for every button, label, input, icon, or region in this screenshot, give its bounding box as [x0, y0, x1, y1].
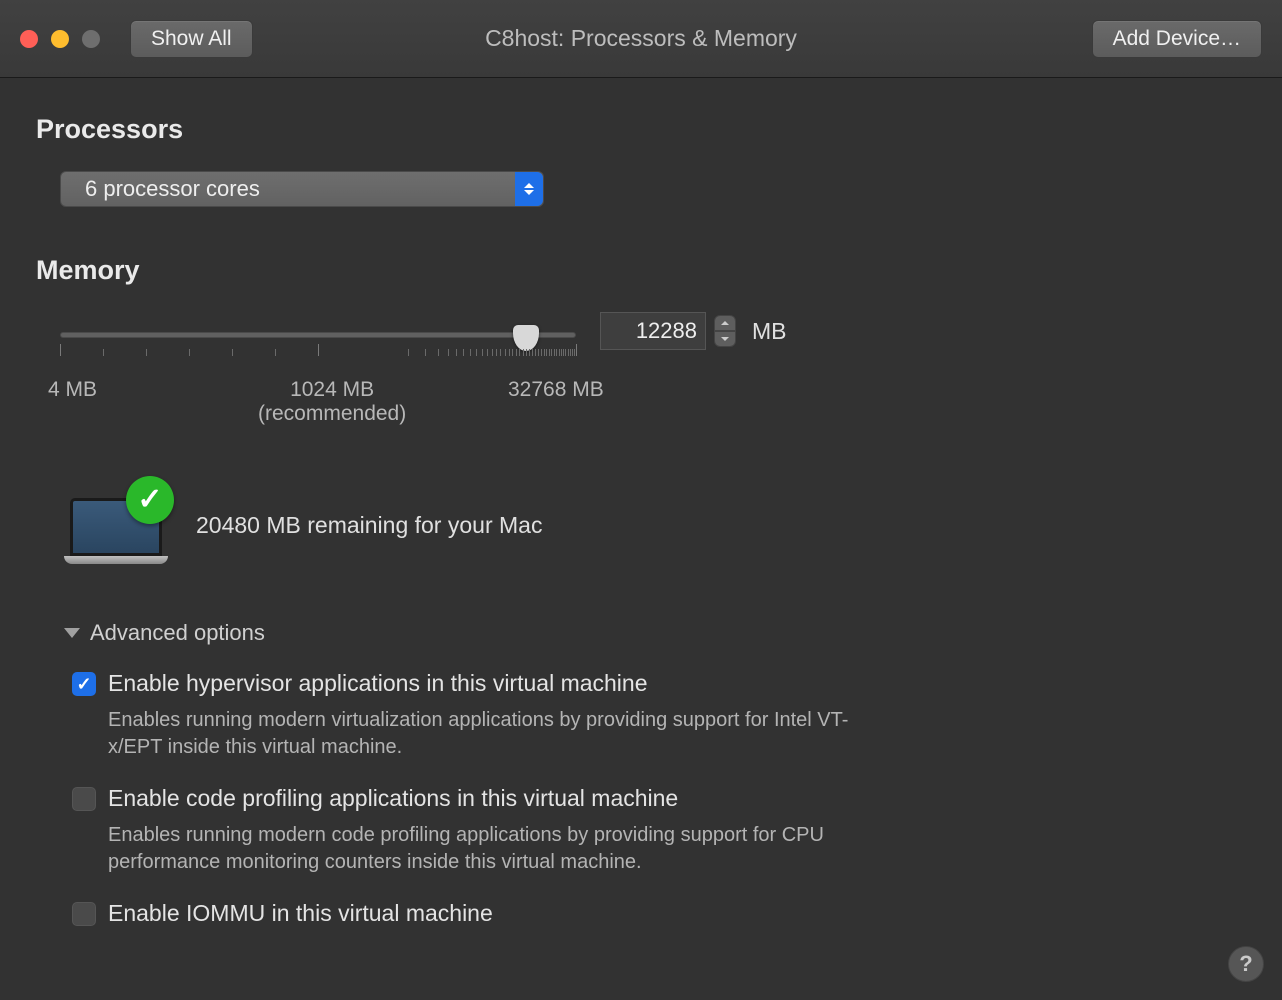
processor-cores-value: 6 processor cores	[61, 176, 260, 202]
minimize-window-button[interactable]	[51, 30, 69, 48]
titlebar: Show All C8host: Processors & Memory Add…	[0, 0, 1282, 78]
memory-recommended-label: 1024 MB	[258, 378, 406, 402]
checkmark-badge-icon: ✓	[126, 476, 174, 524]
profiling-label[interactable]: Enable code profiling applications in th…	[108, 785, 1246, 812]
profiling-description: Enables running modern code profiling ap…	[108, 822, 868, 876]
iommu-label[interactable]: Enable IOMMU in this virtual machine	[108, 900, 1246, 927]
help-button[interactable]: ?	[1228, 946, 1264, 982]
hypervisor-label[interactable]: Enable hypervisor applications in this v…	[108, 670, 1246, 697]
processor-cores-select[interactable]: 6 processor cores	[60, 171, 544, 207]
memory-slider[interactable]	[60, 324, 576, 338]
advanced-options-label: Advanced options	[90, 620, 265, 646]
mac-remaining-icon: ✓	[64, 482, 168, 568]
memory-stepper-up[interactable]	[714, 315, 736, 331]
profiling-checkbox[interactable]	[72, 787, 96, 811]
memory-stepper-down[interactable]	[714, 331, 736, 347]
window-title: C8host: Processors & Memory	[485, 25, 797, 52]
show-all-button[interactable]: Show All	[130, 20, 253, 58]
hypervisor-description: Enables running modern virtualization ap…	[108, 707, 868, 761]
memory-recommended-sublabel: (recommended)	[258, 402, 406, 426]
slider-ticks	[60, 342, 576, 356]
window-controls	[20, 30, 100, 48]
memory-heading: Memory	[36, 255, 1246, 286]
up-down-icon	[515, 172, 543, 206]
memory-remaining-text: 20480 MB remaining for your Mac	[196, 512, 542, 539]
advanced-options-disclosure[interactable]: Advanced options	[64, 620, 1246, 646]
memory-unit-label: MB	[752, 318, 787, 345]
processors-heading: Processors	[36, 114, 1246, 145]
zoom-window-button[interactable]	[82, 30, 100, 48]
iommu-checkbox[interactable]	[72, 902, 96, 926]
memory-stepper[interactable]	[714, 315, 736, 347]
disclosure-triangle-icon	[64, 628, 80, 638]
add-device-button[interactable]: Add Device…	[1092, 20, 1262, 58]
memory-max-label: 32768 MB	[508, 378, 604, 402]
close-window-button[interactable]	[20, 30, 38, 48]
memory-min-label: 4 MB	[48, 378, 97, 402]
content-pane: Processors 6 processor cores Memory	[0, 78, 1282, 1000]
hypervisor-checkbox[interactable]	[72, 672, 96, 696]
memory-input[interactable]	[600, 312, 706, 350]
